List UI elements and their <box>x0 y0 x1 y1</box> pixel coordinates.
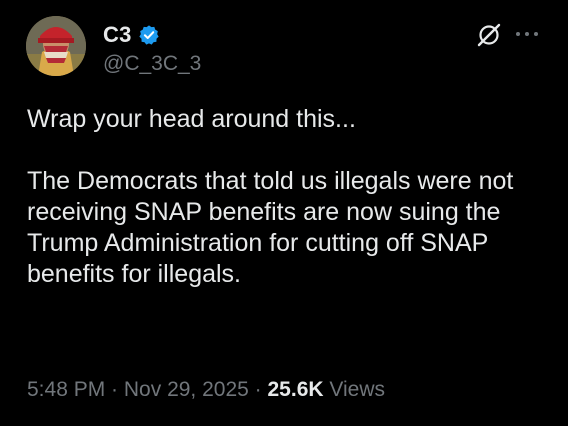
avatar-photo <box>26 16 86 76</box>
author-name-row: C3 <box>103 22 160 48</box>
tweet-date[interactable]: Nov 29, 2025 <box>124 378 249 401</box>
tweet-text-body: The Democrats that told us illegals were… <box>27 167 514 288</box>
avatar[interactable] <box>26 16 86 76</box>
meta-separator: · <box>248 378 268 401</box>
display-name[interactable]: C3 <box>103 22 132 48</box>
views-count[interactable]: 25.6K <box>268 378 324 401</box>
tweet-container: C3 @C_3C_3 Wrap your head around this...… <box>0 0 568 426</box>
meta-separator: · <box>105 378 124 401</box>
more-options-icon[interactable] <box>512 22 542 46</box>
grok-icon[interactable] <box>476 22 502 48</box>
author-handle[interactable]: @C_3C_3 <box>103 52 201 76</box>
tweet-text-line1: Wrap your head around this... <box>27 105 356 133</box>
tweet-meta: 5:48 PM · Nov 29, 2025 · 25.6K Views <box>27 378 385 402</box>
verified-badge-icon <box>138 24 160 46</box>
views-label: Views <box>329 378 386 401</box>
tweet-text: Wrap your head around this... The Democr… <box>27 104 547 290</box>
tweet-time[interactable]: 5:48 PM <box>27 378 105 401</box>
